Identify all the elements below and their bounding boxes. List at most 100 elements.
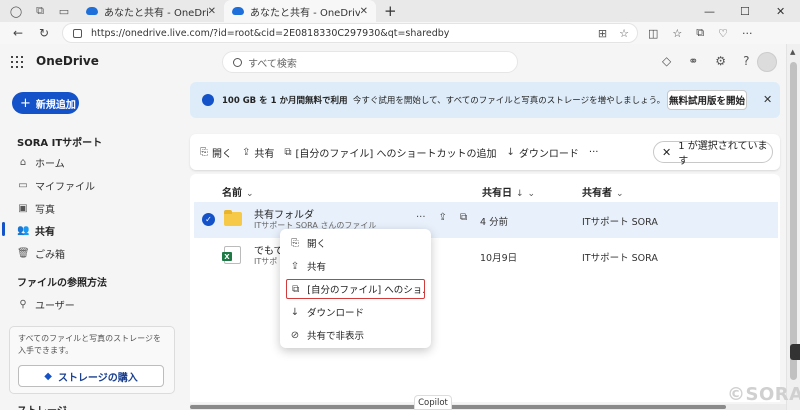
scroll-up-arrow-icon[interactable]: ▲ (790, 48, 795, 56)
add-new-button[interactable]: + 新規追加 (12, 92, 79, 114)
share-icon: ⇪ (290, 260, 300, 272)
shared-date: 4 分前 (480, 217, 509, 228)
excel-file-icon: X (222, 246, 241, 264)
side-panel-handle[interactable] (790, 344, 800, 360)
sidebar-item-label: ユーザー (35, 300, 75, 312)
photo-icon: ▣ (18, 202, 28, 214)
browse-header: ファイルの参照方法 (17, 278, 107, 289)
selection-pill[interactable]: ✕ 1 が選択されています (653, 141, 773, 167)
selected-check-icon[interactable]: ✓ (202, 213, 215, 226)
start-trial-button[interactable]: 無料試用版を開始 (667, 90, 747, 110)
help-icon[interactable]: ? (743, 54, 749, 68)
sidebar-item-people[interactable]: ⚲ ユーザー (17, 296, 75, 312)
home-icon: ⌂ (19, 156, 27, 168)
diamond-icon: ◆ (44, 370, 52, 382)
column-sharer-label: 共有者 (582, 188, 612, 199)
sidebar-item-home[interactable]: ⌂ ホーム (17, 154, 65, 170)
onedrive-header: OneDrive すべて検索 ◇ ⚭ ⚙ ? (0, 44, 786, 80)
close-banner-icon[interactable]: ✕ (763, 93, 772, 106)
banner-body-text: 今すぐ試用を開始して、すべてのファイルと写真のストレージを増やしましょう。 (352, 96, 666, 106)
download-icon: ↓ (506, 146, 515, 158)
sidebar-item-label: 写真 (35, 204, 55, 216)
download-label: ダウンロード (518, 148, 579, 160)
file-list: 名前 ⌄ 共有日 ↓ ⌄ 共有者 ⌄ ✓ 共有フォルダ ITサポート SORA さんのフ… (190, 174, 780, 402)
buy-storage-button[interactable]: ◆ ストレージの購入 (18, 365, 164, 387)
new-tab-button[interactable]: + (384, 2, 397, 20)
file-name[interactable]: 共有フォルダ (254, 206, 314, 221)
favorites-icon[interactable]: ☆ (672, 27, 682, 40)
close-tab-icon[interactable]: ✕ (360, 6, 368, 17)
people-icon: 👥 (17, 224, 30, 236)
refresh-icon[interactable]: ↻ (36, 26, 52, 40)
browser-tab-strip: ◯ ⧉ ▭ あなたと共有 - OneDrive ✕ あなたと共有 - OneDr… (0, 0, 800, 22)
chevron-down-icon: ⌄ (246, 189, 254, 199)
scrollbar-thumb[interactable] (190, 405, 726, 409)
search-input[interactable]: すべて検索 (222, 51, 518, 73)
favorite-star-icon[interactable]: ☆ (619, 27, 629, 40)
menu-item-hide[interactable]: ⊘ 共有で非表示 (286, 325, 425, 345)
share-command[interactable]: ⇪ 共有 (242, 145, 274, 160)
sidebar-item-label: ホーム (35, 158, 65, 170)
clear-selection-icon[interactable]: ✕ (662, 146, 671, 159)
chevron-down-icon: ⌄ (616, 189, 624, 199)
split-screen-icon[interactable]: ◫ (648, 27, 658, 40)
trash-icon: 🗑 (17, 247, 30, 259)
app-available-icon[interactable]: ⊞ (598, 27, 607, 40)
storage-header: ストレージ (17, 402, 67, 410)
more-commands-button[interactable]: ··· (589, 147, 599, 158)
more-actions-icon[interactable]: ··· (416, 212, 426, 223)
plus-icon: + (20, 95, 31, 111)
command-bar: ⎘ 開く ⇪ 共有 ⧉ [自分のファイル] へのショートカットの追加 ↓ ダウン… (190, 134, 780, 170)
download-command[interactable]: ↓ ダウンロード (507, 145, 579, 160)
shortcut-icon[interactable]: ⧉ (460, 212, 467, 223)
horizontal-scrollbar[interactable] (190, 404, 786, 410)
open-command[interactable]: ⎘ 開く (200, 145, 232, 160)
tab-actions-icon[interactable]: ▭ (56, 3, 72, 19)
column-header-sharer[interactable]: 共有者 ⌄ (582, 184, 624, 199)
onedrive-cloud-icon (86, 7, 98, 15)
add-new-label: 新規追加 (35, 99, 76, 111)
menu-item-label: 共有で非表示 (307, 331, 365, 342)
person-icon: ⚲ (19, 298, 27, 310)
close-window-button[interactable]: ✕ (776, 0, 785, 22)
share-icon[interactable]: ⇪ (439, 212, 447, 223)
column-header-shared-date[interactable]: 共有日 ↓ ⌄ (482, 184, 535, 199)
share-icon: ⇪ (242, 146, 251, 158)
sidebar-item-photos[interactable]: ▣ 写真 (17, 200, 55, 216)
trial-banner: 100 GB を 1 か月間無料で利用 今すぐ試用を開始して、すべてのファイルと… (190, 82, 780, 118)
collections-icon[interactable]: ⧉ (696, 26, 704, 40)
browser-tab-2[interactable]: あなたと共有 - OneDrive ✕ (224, 0, 376, 22)
sidebar-item-my-files[interactable]: ▭ マイファイル (17, 177, 95, 193)
sidebar-item-recycle-bin[interactable]: 🗑 ごみ箱 (17, 245, 65, 261)
menu-item-download[interactable]: ↓ ダウンロード (286, 302, 425, 322)
sidebar-item-shared[interactable]: 👥 共有 (17, 222, 55, 238)
minimize-button[interactable]: — (704, 0, 715, 22)
premium-diamond-icon[interactable]: ◇ (662, 54, 671, 68)
back-icon[interactable]: ← (10, 26, 26, 40)
menu-item-add-shortcut[interactable]: ⧉ [自分のファイル] へのショ... (286, 279, 425, 299)
settings-gear-icon[interactable]: ⚙ (715, 54, 726, 68)
account-header: SORA ITサポート (17, 138, 103, 149)
menu-item-share[interactable]: ⇪ 共有 (286, 256, 425, 276)
settings-more-icon[interactable]: ··· (742, 27, 753, 40)
scrollbar-thumb[interactable] (790, 62, 797, 380)
url-field[interactable]: https://onedrive.live.com/?id=root&cid=2… (62, 23, 638, 43)
profile-icon[interactable]: ◯ (8, 3, 24, 19)
browser-tab-1[interactable]: あなたと共有 - OneDrive ✕ (78, 0, 224, 22)
storage-promo-card: すべてのファイルと写真のストレージを入手できます。 ◆ ストレージの購入 (9, 326, 175, 394)
add-shortcut-command[interactable]: ⧉ [自分のファイル] へのショートカットの追加 (284, 145, 496, 160)
app-launcher-icon[interactable] (11, 56, 23, 68)
workspaces-icon[interactable]: ⧉ (32, 3, 48, 19)
column-header-name[interactable]: 名前 ⌄ (222, 184, 254, 199)
maximize-button[interactable]: ☐ (740, 0, 750, 22)
sidebar-item-label: マイファイル (35, 181, 95, 193)
browser-essentials-icon[interactable]: ♡ (718, 27, 728, 40)
avatar[interactable] (757, 52, 777, 72)
url-text: https://onedrive.live.com/?id=root&cid=2… (91, 27, 450, 39)
open-icon: ⎘ (200, 146, 208, 158)
app-brand[interactable]: OneDrive (36, 54, 99, 68)
menu-item-open[interactable]: ⎘ 開く (286, 233, 425, 253)
copilot-button[interactable]: Copilot (414, 395, 452, 410)
close-tab-icon[interactable]: ✕ (208, 6, 216, 17)
share-link-icon[interactable]: ⚭ (688, 54, 698, 68)
